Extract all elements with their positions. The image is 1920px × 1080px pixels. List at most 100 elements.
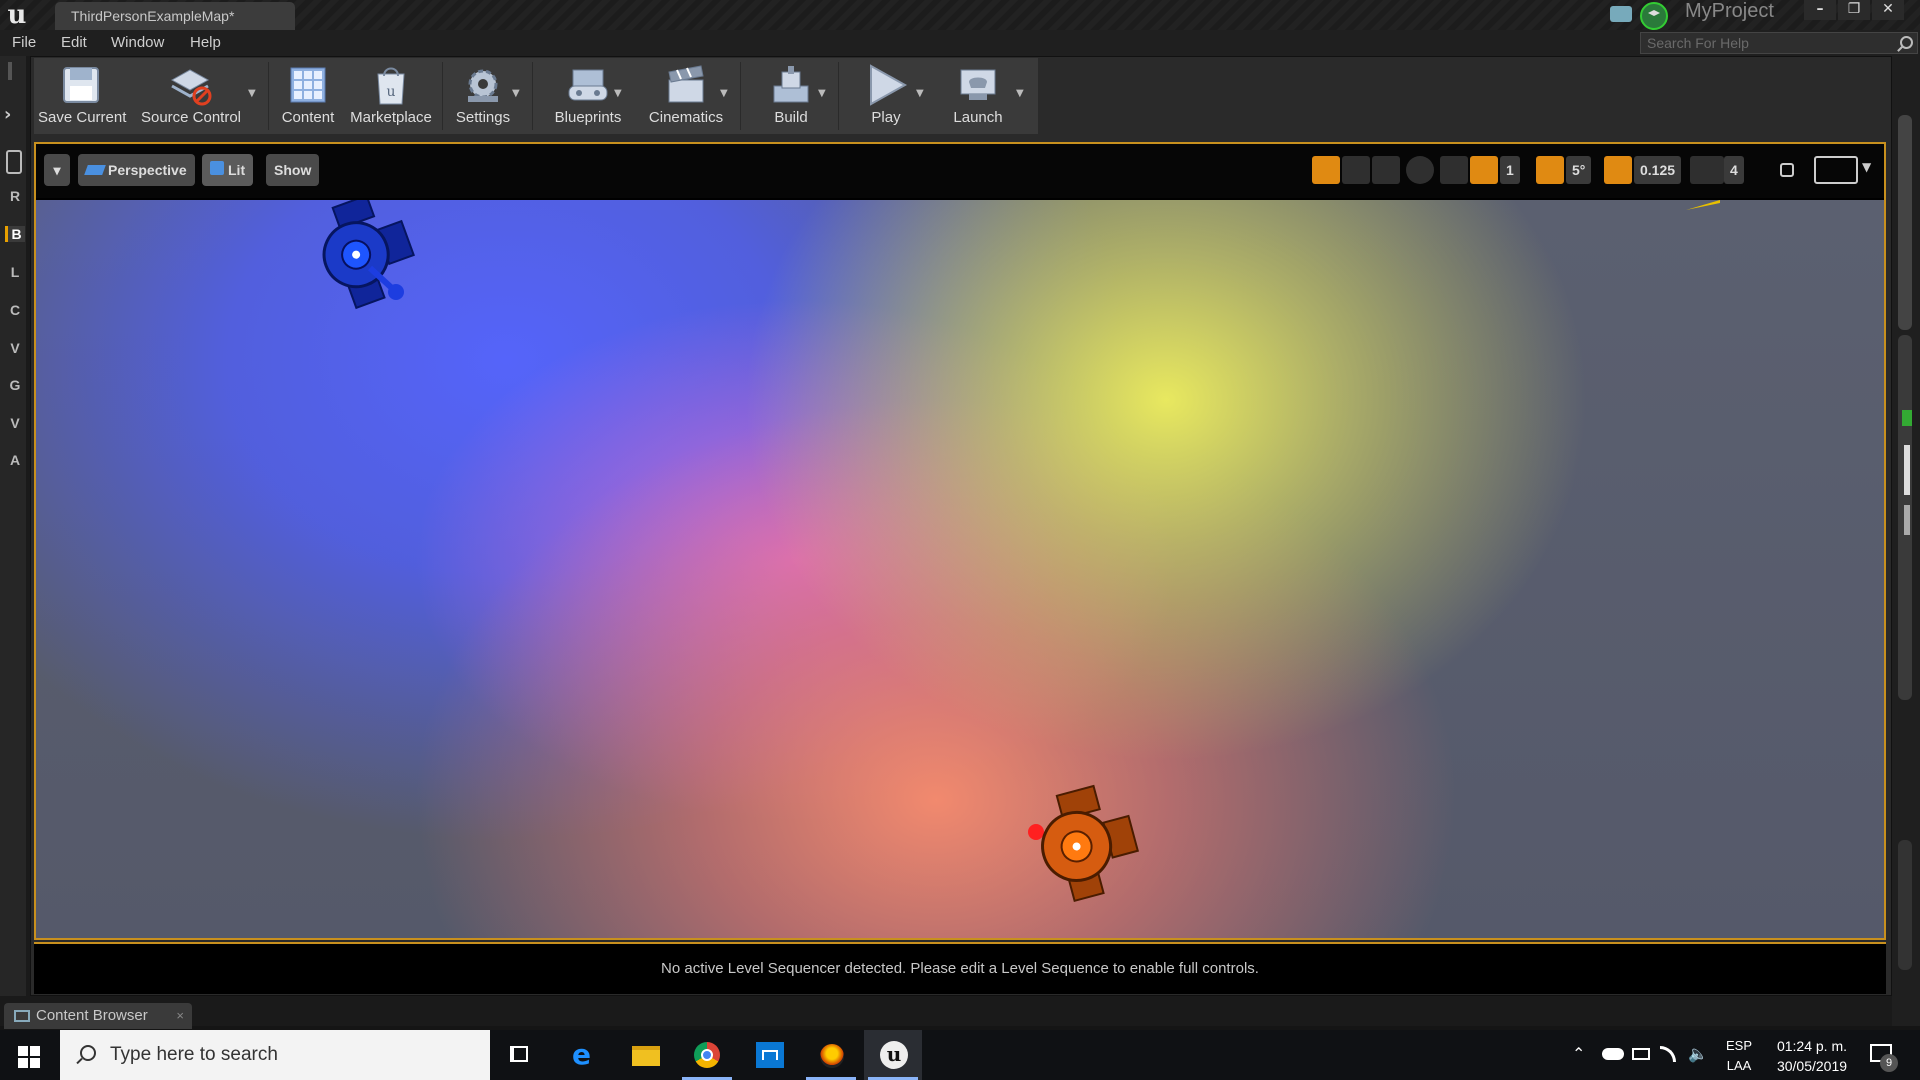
left-tab-g[interactable]: G — [5, 377, 25, 393]
launch-dropdown-icon[interactable]: ▼ — [1016, 88, 1024, 99]
onedrive-icon[interactable] — [1602, 1048, 1624, 1060]
title-bar: u ThirdPersonExampleMap* MyProject – ❐ ✕ — [0, 0, 1920, 30]
scale-snap-icon[interactable] — [1604, 156, 1632, 184]
perspective-button[interactable]: Perspective — [78, 154, 195, 186]
launch-button[interactable]: Launch — [938, 60, 1018, 132]
left-tab-v[interactable]: V — [5, 340, 25, 356]
clock[interactable]: 01:24 p. m. 30/05/2019 — [1770, 1038, 1854, 1080]
lit-button[interactable]: Lit — [202, 154, 254, 186]
unreal-engine-taskbar-icon[interactable]: u — [864, 1030, 922, 1080]
source-control-dropdown-icon[interactable]: ▼ — [248, 88, 256, 99]
menu-edit[interactable]: Edit — [61, 34, 87, 51]
orange-spotlight-icon[interactable] — [1014, 780, 1144, 910]
rail-marker — [1904, 505, 1910, 535]
maximize-viewport-icon[interactable] — [1780, 163, 1794, 177]
store-icon[interactable] — [740, 1030, 798, 1080]
left-tab-r[interactable]: R — [5, 188, 25, 204]
app-icon[interactable] — [802, 1030, 860, 1080]
source-control-label: Source Control — [140, 109, 242, 126]
menu-file[interactable]: File — [12, 34, 36, 51]
toolbar-separator — [268, 62, 269, 130]
settings-button[interactable]: Settings — [446, 60, 520, 132]
world-local-icon[interactable] — [1406, 156, 1434, 184]
rail-scroll-thumb[interactable] — [1898, 115, 1912, 330]
camera-speed-icon[interactable] — [1690, 156, 1724, 184]
save-current-label: Save Current — [38, 109, 127, 126]
surface-snap-icon[interactable] — [1440, 156, 1468, 184]
taskbar-search-box[interactable]: Type here to search — [60, 1030, 490, 1080]
menu-window[interactable]: Window — [111, 34, 164, 51]
grid-snap-icon[interactable] — [1470, 156, 1498, 184]
left-tab-v2[interactable]: V — [5, 415, 25, 431]
windows-start-icon[interactable] — [18, 1046, 40, 1068]
content-browser-close-icon[interactable]: × — [176, 1003, 184, 1029]
grid-snap-value[interactable]: 1 — [1500, 156, 1520, 184]
play-icon — [870, 64, 908, 106]
level-document-tab[interactable]: ThirdPersonExampleMap* — [55, 2, 295, 30]
expand-panel-icon[interactable]: › — [4, 104, 11, 125]
restore-button[interactable]: ❐ — [1838, 0, 1870, 20]
task-view-icon[interactable] — [490, 1030, 548, 1080]
layout-dropdown-icon[interactable]: ▼ — [1862, 160, 1871, 174]
pin-tab-icon[interactable] — [6, 150, 22, 174]
language-top: ESP — [1726, 1038, 1753, 1053]
menu-help[interactable]: Help — [190, 34, 221, 51]
layout-icon[interactable] — [1814, 156, 1858, 184]
help-search — [1640, 32, 1918, 54]
scale-mode-icon[interactable] — [1372, 156, 1400, 184]
minimize-button[interactable]: – — [1804, 0, 1836, 20]
language-indicator[interactable]: ESP LAA — [1726, 1038, 1752, 1080]
left-tab-b[interactable]: B — [5, 226, 25, 242]
project-name: MyProject — [1685, 0, 1774, 22]
rotation-snap-value[interactable]: 5° — [1566, 156, 1592, 184]
viewport-options-dropdown[interactable]: ▾ — [44, 154, 70, 186]
scale-snap-value[interactable]: 0.125 — [1634, 156, 1682, 184]
build-dropdown-icon[interactable]: ▼ — [818, 88, 826, 99]
source-control-button[interactable]: Source Control — [134, 60, 248, 132]
save-current-button[interactable]: Save Current — [38, 60, 127, 132]
rotation-snap-icon[interactable] — [1536, 156, 1564, 184]
file-explorer-icon[interactable] — [616, 1030, 674, 1080]
marketplace-button[interactable]: u Marketplace — [346, 60, 436, 132]
left-tab-c[interactable]: C — [5, 302, 25, 318]
translate-mode-icon[interactable] — [1312, 156, 1340, 184]
play-dropdown-icon[interactable]: ▼ — [916, 88, 924, 99]
toolbar-separator — [838, 62, 839, 130]
toolbar-separator — [442, 62, 443, 130]
content-browser-icon — [14, 1010, 30, 1022]
add-icon[interactable] — [1902, 410, 1912, 426]
chrome-icon[interactable] — [678, 1030, 736, 1080]
rotate-mode-icon[interactable] — [1342, 156, 1370, 184]
viewport-canvas[interactable] — [36, 200, 1884, 938]
content-icon — [290, 67, 326, 103]
unreal-logo-icon[interactable]: u — [3, 2, 31, 28]
search-icon[interactable] — [1900, 36, 1913, 49]
rail-lower-thumb[interactable] — [1898, 840, 1912, 970]
marketplace-icon: u — [377, 67, 405, 105]
left-tab-l[interactable]: L — [5, 264, 25, 280]
wifi-icon[interactable] — [1660, 1046, 1676, 1062]
volume-icon[interactable]: 🔈 — [1688, 1030, 1708, 1080]
tray-expand-icon[interactable]: ⌃ — [1572, 1030, 1585, 1080]
left-tab-a[interactable]: A — [5, 452, 25, 468]
content-button[interactable]: Content — [272, 60, 344, 132]
play-label: Play — [871, 109, 901, 126]
blue-spotlight-icon[interactable] — [298, 200, 418, 314]
blueprints-dropdown-icon[interactable]: ▼ — [614, 88, 622, 99]
edge-icon[interactable]: e — [554, 1030, 612, 1080]
learn-icon[interactable] — [1640, 2, 1668, 30]
close-button[interactable]: ✕ — [1872, 0, 1904, 20]
content-label: Content — [281, 109, 335, 126]
blueprints-button[interactable]: Blueprints — [538, 60, 638, 132]
show-button[interactable]: Show — [266, 154, 320, 186]
settings-dropdown-icon[interactable]: ▼ — [512, 88, 520, 99]
battery-icon[interactable] — [1632, 1048, 1650, 1060]
cinematics-dropdown-icon[interactable]: ▼ — [720, 88, 728, 99]
chat-icon[interactable] — [1610, 6, 1632, 22]
launch-label: Launch — [953, 109, 1003, 126]
content-browser-tab[interactable]: Content Browser × — [4, 1003, 192, 1029]
settings-icon — [468, 69, 498, 102]
camera-speed-value[interactable]: 4 — [1724, 156, 1744, 184]
viewport-toolbar: ▾ Perspective Lit Show 1 5° 0.125 4 ▼ — [36, 144, 1884, 198]
help-search-input[interactable] — [1641, 33, 1891, 53]
